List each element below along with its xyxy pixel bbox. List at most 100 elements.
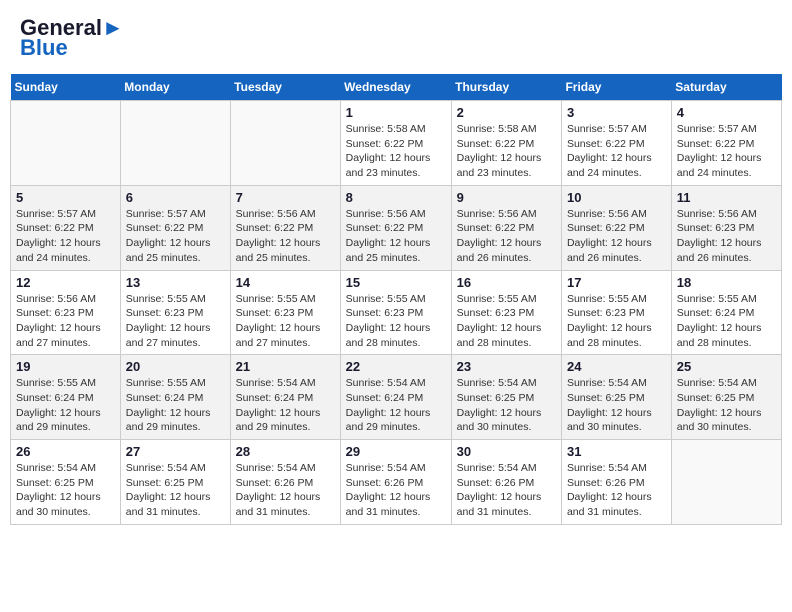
day-number: 1 [346,105,446,120]
day-number: 20 [126,359,225,374]
calendar-week-row: 26 Sunrise: 5:54 AM Sunset: 6:25 PM Dayli… [11,440,782,525]
calendar-cell: 20 Sunrise: 5:55 AM Sunset: 6:24 PM Dayli… [120,355,230,440]
day-info: Sunrise: 5:56 AM Sunset: 6:22 PM Dayligh… [457,207,556,266]
day-number: 31 [567,444,666,459]
calendar-week-row: 19 Sunrise: 5:55 AM Sunset: 6:24 PM Dayli… [11,355,782,440]
day-info: Sunrise: 5:55 AM Sunset: 6:24 PM Dayligh… [677,292,776,351]
calendar-cell: 26 Sunrise: 5:54 AM Sunset: 6:25 PM Dayli… [11,440,121,525]
day-number: 13 [126,275,225,290]
calendar: SundayMondayTuesdayWednesdayThursdayFrid… [10,74,782,525]
calendar-cell [120,101,230,186]
day-info: Sunrise: 5:55 AM Sunset: 6:23 PM Dayligh… [346,292,446,351]
day-number: 24 [567,359,666,374]
day-number: 26 [16,444,115,459]
calendar-cell: 24 Sunrise: 5:54 AM Sunset: 6:25 PM Dayli… [561,355,671,440]
calendar-week-row: 5 Sunrise: 5:57 AM Sunset: 6:22 PM Daylig… [11,185,782,270]
day-number: 29 [346,444,446,459]
day-info: Sunrise: 5:54 AM Sunset: 6:25 PM Dayligh… [567,376,666,435]
calendar-cell: 17 Sunrise: 5:55 AM Sunset: 6:23 PM Dayli… [561,270,671,355]
calendar-cell: 29 Sunrise: 5:54 AM Sunset: 6:26 PM Dayli… [340,440,451,525]
day-of-week-header: Wednesday [340,74,451,101]
calendar-cell: 30 Sunrise: 5:54 AM Sunset: 6:26 PM Dayli… [451,440,561,525]
day-number: 10 [567,190,666,205]
day-info: Sunrise: 5:58 AM Sunset: 6:22 PM Dayligh… [346,122,446,181]
day-number: 22 [346,359,446,374]
calendar-cell: 10 Sunrise: 5:56 AM Sunset: 6:22 PM Dayli… [561,185,671,270]
calendar-cell: 7Sunrise: 5:56 AM Sunset: 6:22 PM Daylig… [230,185,340,270]
calendar-cell: 23 Sunrise: 5:54 AM Sunset: 6:25 PM Dayli… [451,355,561,440]
day-number: 28 [236,444,335,459]
day-info: Sunrise: 5:58 AM Sunset: 6:22 PM Dayligh… [457,122,556,181]
calendar-cell [11,101,121,186]
calendar-cell: 16 Sunrise: 5:55 AM Sunset: 6:23 PM Dayli… [451,270,561,355]
calendar-cell: 9 Sunrise: 5:56 AM Sunset: 6:22 PM Daylig… [451,185,561,270]
day-info: Sunrise: 5:54 AM Sunset: 6:24 PM Dayligh… [236,376,335,435]
header: General► Blue [10,10,782,66]
calendar-cell [671,440,781,525]
day-number: 14 [236,275,335,290]
day-info: Sunrise: 5:54 AM Sunset: 6:26 PM Dayligh… [457,461,556,520]
calendar-cell: 25Sunrise: 5:54 AM Sunset: 6:25 PM Dayli… [671,355,781,440]
day-info: Sunrise: 5:54 AM Sunset: 6:24 PM Dayligh… [346,376,446,435]
day-info: Sunrise: 5:54 AM Sunset: 6:25 PM Dayligh… [677,376,776,435]
day-number: 5 [16,190,115,205]
day-info: Sunrise: 5:57 AM Sunset: 6:22 PM Dayligh… [16,207,115,266]
day-number: 23 [457,359,556,374]
day-number: 8 [346,190,446,205]
day-info: Sunrise: 5:57 AM Sunset: 6:22 PM Dayligh… [126,207,225,266]
day-info: Sunrise: 5:54 AM Sunset: 6:25 PM Dayligh… [16,461,115,520]
calendar-cell: 27 Sunrise: 5:54 AM Sunset: 6:25 PM Dayli… [120,440,230,525]
day-of-week-header: Friday [561,74,671,101]
calendar-week-row: 1 Sunrise: 5:58 AM Sunset: 6:22 PM Daylig… [11,101,782,186]
day-number: 6 [126,190,225,205]
day-info: Sunrise: 5:56 AM Sunset: 6:22 PM Dayligh… [346,207,446,266]
day-number: 7 [236,190,335,205]
day-number: 16 [457,275,556,290]
day-of-week-header: Tuesday [230,74,340,101]
calendar-cell: 28 Sunrise: 5:54 AM Sunset: 6:26 PM Dayli… [230,440,340,525]
day-number: 2 [457,105,556,120]
day-number: 30 [457,444,556,459]
day-number: 18 [677,275,776,290]
calendar-cell: 14Sunrise: 5:55 AM Sunset: 6:23 PM Dayli… [230,270,340,355]
day-number: 3 [567,105,666,120]
calendar-cell: 1 Sunrise: 5:58 AM Sunset: 6:22 PM Daylig… [340,101,451,186]
day-number: 27 [126,444,225,459]
calendar-cell: 5 Sunrise: 5:57 AM Sunset: 6:22 PM Daylig… [11,185,121,270]
day-number: 12 [16,275,115,290]
day-info: Sunrise: 5:55 AM Sunset: 6:23 PM Dayligh… [567,292,666,351]
calendar-header-row: SundayMondayTuesdayWednesdayThursdayFrid… [11,74,782,101]
calendar-cell: 11Sunrise: 5:56 AM Sunset: 6:23 PM Dayli… [671,185,781,270]
day-of-week-header: Saturday [671,74,781,101]
day-number: 11 [677,190,776,205]
day-number: 17 [567,275,666,290]
day-info: Sunrise: 5:55 AM Sunset: 6:24 PM Dayligh… [126,376,225,435]
day-info: Sunrise: 5:56 AM Sunset: 6:22 PM Dayligh… [567,207,666,266]
day-info: Sunrise: 5:54 AM Sunset: 6:25 PM Dayligh… [126,461,225,520]
calendar-cell: 13 Sunrise: 5:55 AM Sunset: 6:23 PM Dayli… [120,270,230,355]
calendar-cell: 22 Sunrise: 5:54 AM Sunset: 6:24 PM Dayli… [340,355,451,440]
calendar-cell: 12 Sunrise: 5:56 AM Sunset: 6:23 PM Dayli… [11,270,121,355]
calendar-cell: 18 Sunrise: 5:55 AM Sunset: 6:24 PM Dayli… [671,270,781,355]
calendar-cell: 2 Sunrise: 5:58 AM Sunset: 6:22 PM Daylig… [451,101,561,186]
logo: General► Blue [20,15,124,61]
day-info: Sunrise: 5:56 AM Sunset: 6:23 PM Dayligh… [16,292,115,351]
day-info: Sunrise: 5:54 AM Sunset: 6:26 PM Dayligh… [346,461,446,520]
day-info: Sunrise: 5:55 AM Sunset: 6:23 PM Dayligh… [457,292,556,351]
day-info: Sunrise: 5:54 AM Sunset: 6:26 PM Dayligh… [567,461,666,520]
day-info: Sunrise: 5:57 AM Sunset: 6:22 PM Dayligh… [677,122,776,181]
day-info: Sunrise: 5:54 AM Sunset: 6:25 PM Dayligh… [457,376,556,435]
calendar-cell: 3Sunrise: 5:57 AM Sunset: 6:22 PM Daylig… [561,101,671,186]
day-info: Sunrise: 5:55 AM Sunset: 6:23 PM Dayligh… [126,292,225,351]
calendar-cell: 15 Sunrise: 5:55 AM Sunset: 6:23 PM Dayli… [340,270,451,355]
calendar-cell: 19Sunrise: 5:55 AM Sunset: 6:24 PM Dayli… [11,355,121,440]
logo-blue: Blue [20,35,68,61]
day-number: 19 [16,359,115,374]
calendar-cell: 6 Sunrise: 5:57 AM Sunset: 6:22 PM Daylig… [120,185,230,270]
day-number: 15 [346,275,446,290]
day-number: 9 [457,190,556,205]
calendar-cell: 21Sunrise: 5:54 AM Sunset: 6:24 PM Dayli… [230,355,340,440]
day-info: Sunrise: 5:54 AM Sunset: 6:26 PM Dayligh… [236,461,335,520]
day-of-week-header: Monday [120,74,230,101]
day-of-week-header: Sunday [11,74,121,101]
